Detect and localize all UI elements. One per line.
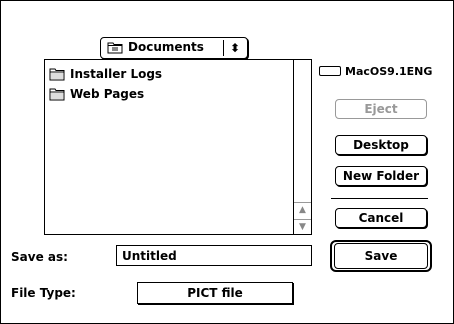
file-type-label: File Type: xyxy=(11,286,76,300)
hard-disk-icon xyxy=(319,66,341,76)
save-button-label: Save xyxy=(334,243,428,269)
save-button[interactable]: Save xyxy=(330,240,432,272)
file-type-popup[interactable]: PICT file xyxy=(137,282,293,304)
popup-separator xyxy=(223,40,224,56)
list-item[interactable]: Installer Logs xyxy=(49,65,162,82)
vertical-scrollbar[interactable]: ▲ ▼ xyxy=(293,60,311,234)
documents-folder-icon xyxy=(107,41,123,57)
volume-indicator: MacOS9.1ENG xyxy=(319,63,432,79)
location-popup[interactable]: Documents ⬍ xyxy=(100,37,248,59)
save-as-label: Save as: xyxy=(11,250,68,264)
filename-input[interactable]: Untitled xyxy=(116,245,312,266)
save-dialog: Documents ⬍ Installer Logs Web Pages ▲ ▼… xyxy=(0,0,454,324)
eject-button[interactable]: Eject xyxy=(335,99,427,119)
popup-arrows-icon: ⬍ xyxy=(230,41,241,55)
file-list[interactable]: Installer Logs Web Pages ▲ ▼ xyxy=(44,59,312,235)
list-item[interactable]: Web Pages xyxy=(49,85,144,102)
new-folder-button[interactable]: New Folder xyxy=(335,166,427,186)
volume-label: MacOS9.1ENG xyxy=(345,64,433,78)
button-divider xyxy=(331,198,428,199)
location-popup-label: Documents xyxy=(128,40,204,54)
folder-icon xyxy=(49,87,65,101)
scroll-up-arrow-icon[interactable]: ▲ xyxy=(294,202,311,217)
scroll-down-arrow-icon[interactable]: ▼ xyxy=(294,219,311,234)
list-item-label: Web Pages xyxy=(70,86,145,101)
folder-icon xyxy=(49,67,65,81)
desktop-button[interactable]: Desktop xyxy=(335,135,427,155)
file-list-rows: Installer Logs Web Pages xyxy=(45,60,293,234)
cancel-button[interactable]: Cancel xyxy=(335,208,427,228)
list-item-label: Installer Logs xyxy=(70,66,163,81)
